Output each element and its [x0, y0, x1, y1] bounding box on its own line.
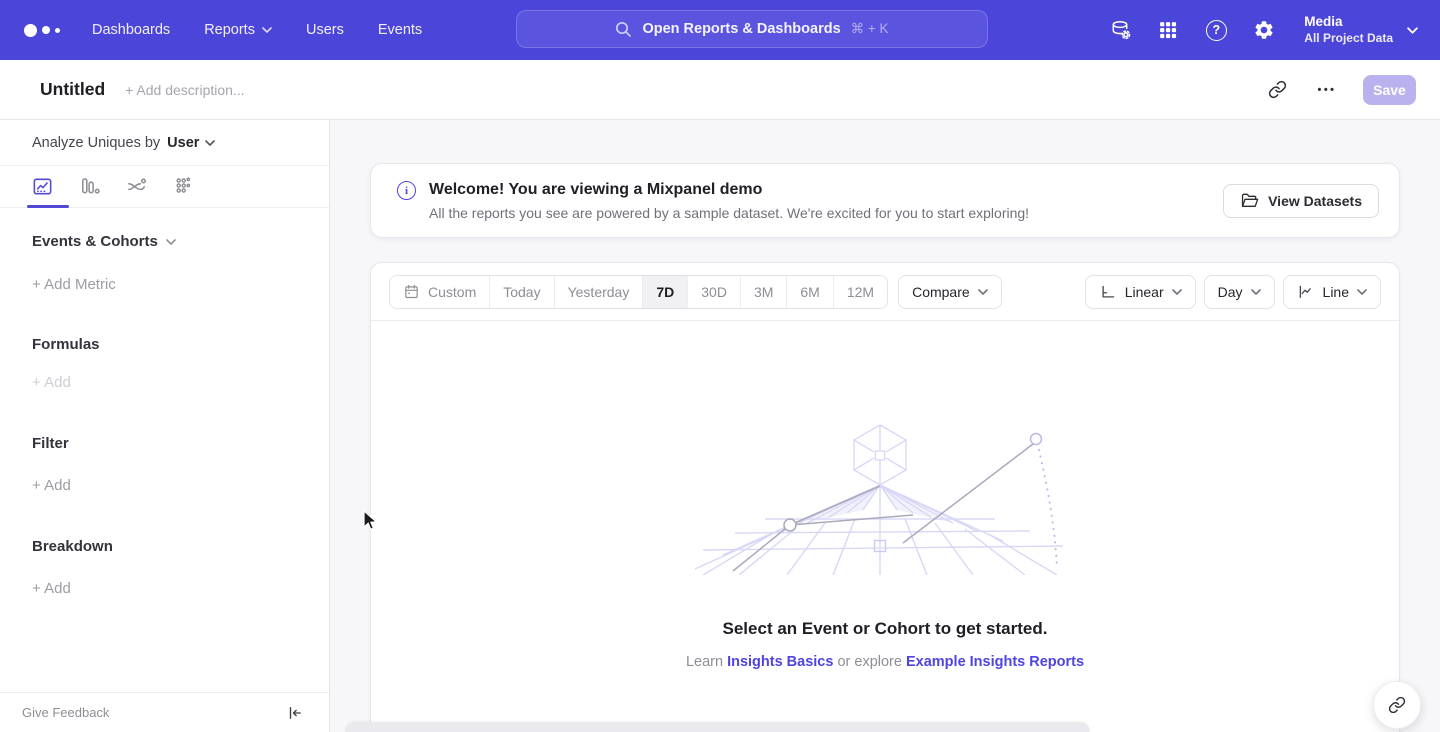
report-description-placeholder[interactable]: + Add description... [125, 82, 244, 98]
chart-display-controls: Linear Day Line [1085, 275, 1381, 309]
nav-right-cluster: ? Media All Project Data [1108, 0, 1418, 60]
chevron-down-icon [166, 239, 176, 245]
project-switcher[interactable]: Media All Project Data [1304, 14, 1418, 46]
range-6m[interactable]: 6M [787, 276, 833, 308]
floating-copy-link-button[interactable] [1373, 681, 1421, 729]
tab-insights-line-chart-icon[interactable] [30, 175, 54, 199]
chevron-down-icon [205, 140, 215, 146]
chevron-down-icon [978, 289, 988, 295]
range-3m[interactable]: 3M [741, 276, 787, 308]
line-chart-icon [1297, 283, 1315, 301]
report-type-tabs [0, 166, 329, 208]
tab-flows-icon[interactable] [124, 175, 148, 199]
formulas-heading: Formulas [32, 336, 297, 353]
save-button[interactable]: Save [1363, 75, 1416, 105]
add-breakdown-button[interactable]: + Add [32, 580, 297, 597]
range-custom[interactable]: Custom [390, 276, 490, 308]
view-datasets-button[interactable]: View Datasets [1223, 184, 1379, 218]
primary-nav: Dashboards Reports Users Events [92, 22, 422, 38]
banner-title: Welcome! You are viewing a Mixpanel demo [429, 181, 1029, 199]
tab-retention-dots-icon[interactable] [171, 175, 195, 199]
settings-gear-icon[interactable] [1252, 18, 1276, 42]
sidebar-body: Events & Cohorts + Add Metric Formulas +… [0, 233, 329, 597]
more-options-icon[interactable]: ••• [1313, 76, 1341, 104]
analyze-uniques-row: Analyze Uniques by User [0, 120, 329, 166]
collapse-sidebar-icon[interactable] [283, 701, 307, 725]
chart-type-dropdown[interactable]: Line [1283, 275, 1381, 309]
global-search-input[interactable]: Open Reports & Dashboards ⌘ + K [516, 10, 988, 48]
report-actions: ••• Save [1263, 75, 1416, 105]
search-shortcut: ⌘ + K [851, 21, 889, 37]
chevron-down-icon [1407, 27, 1418, 34]
add-metric-button[interactable]: + Add Metric [32, 276, 297, 293]
active-tab-underline [27, 205, 69, 208]
folder-icon [1240, 192, 1259, 209]
empty-state-illustration [695, 423, 1075, 575]
demo-welcome-banner: i Welcome! You are viewing a Mixpanel de… [370, 163, 1400, 238]
report-title[interactable]: Untitled [40, 79, 105, 100]
info-icon: i [397, 181, 416, 200]
empty-state-hint: Learn Insights Basics or explore Example… [686, 654, 1084, 670]
breakdown-heading: Breakdown [32, 538, 297, 555]
chevron-down-icon [1251, 289, 1261, 295]
give-feedback-link[interactable]: Give Feedback [22, 705, 109, 720]
apps-grid-icon[interactable] [1156, 18, 1180, 42]
range-today[interactable]: Today [490, 276, 554, 308]
insights-report-card: Custom Today Yesterday 7D 30D 3M 6M 12M … [370, 262, 1400, 732]
empty-state-title: Select an Event or Cohort to get started… [723, 619, 1048, 639]
chevron-down-icon [1172, 289, 1182, 295]
analyze-entity-selector[interactable]: User [167, 135, 215, 151]
range-7d[interactable]: 7D [643, 276, 688, 308]
date-range-segmented-control: Custom Today Yesterday 7D 30D 3M 6M 12M [389, 275, 888, 309]
main-content: i Welcome! You are viewing a Mixpanel de… [330, 120, 1440, 732]
calendar-icon [403, 283, 420, 300]
search-icon [615, 21, 632, 38]
tab-funnels-bars-icon[interactable] [77, 175, 101, 199]
chevron-down-icon [262, 27, 272, 33]
help-icon[interactable]: ? [1204, 18, 1228, 42]
insights-basics-link[interactable]: Insights Basics [727, 654, 833, 670]
report-header: Untitled + Add description... ••• Save [0, 60, 1440, 120]
interval-dropdown[interactable]: Day [1204, 275, 1275, 309]
nav-dashboards[interactable]: Dashboards [92, 22, 170, 38]
range-12m[interactable]: 12M [834, 276, 887, 308]
chart-controls: Custom Today Yesterday 7D 30D 3M 6M 12M … [371, 263, 1399, 321]
project-scope: All Project Data [1304, 31, 1393, 46]
copy-link-icon[interactable] [1263, 76, 1291, 104]
range-yesterday[interactable]: Yesterday [555, 276, 644, 308]
events-cohorts-heading[interactable]: Events & Cohorts [32, 233, 297, 250]
top-navigation: Dashboards Reports Users Events Open Rep… [0, 0, 1440, 60]
link-icon [1388, 696, 1406, 714]
chevron-down-icon [1357, 289, 1367, 295]
analyze-label: Analyze Uniques by [32, 135, 160, 151]
query-builder-sidebar: Analyze Uniques by User Events & Cohorts… [0, 120, 330, 732]
mixpanel-logo[interactable] [24, 24, 60, 37]
range-30d[interactable]: 30D [688, 276, 741, 308]
filter-heading: Filter [32, 435, 297, 452]
example-insights-reports-link[interactable]: Example Insights Reports [906, 654, 1084, 670]
search-placeholder: Open Reports & Dashboards [642, 21, 840, 37]
scale-dropdown[interactable]: Linear [1085, 275, 1196, 309]
compare-dropdown[interactable]: Compare [898, 275, 1002, 309]
project-name: Media [1304, 14, 1393, 31]
bottom-panel-peek[interactable] [345, 722, 1090, 732]
add-filter-button[interactable]: + Add [32, 477, 297, 494]
sidebar-footer: Give Feedback [0, 692, 329, 732]
nav-reports[interactable]: Reports [204, 22, 272, 38]
nav-events[interactable]: Events [378, 22, 422, 38]
banner-subtitle: All the reports you see are powered by a… [429, 205, 1029, 221]
data-management-icon[interactable] [1108, 18, 1132, 42]
empty-state: Select an Event or Cohort to get started… [371, 321, 1399, 670]
linear-axis-icon [1099, 283, 1117, 301]
add-formula-button[interactable]: + Add [32, 374, 297, 391]
nav-users[interactable]: Users [306, 22, 344, 38]
